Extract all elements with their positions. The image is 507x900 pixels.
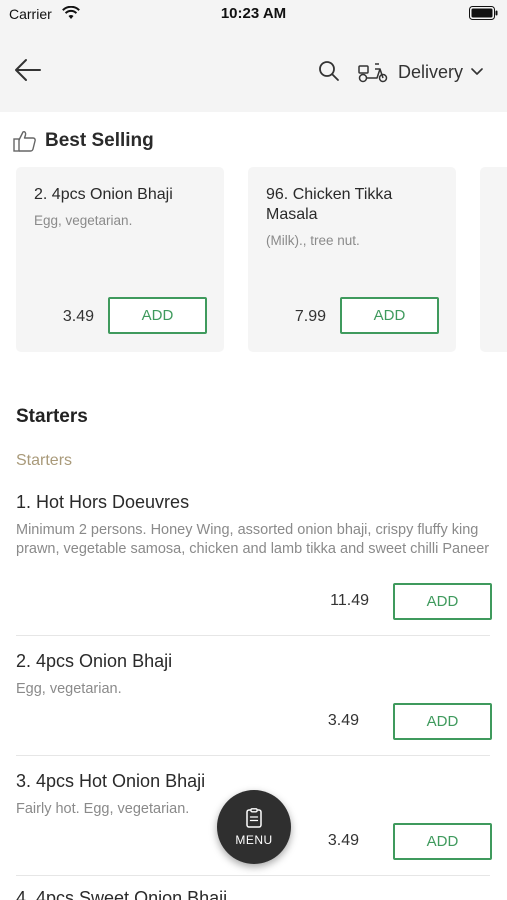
add-button[interactable]: ADD: [393, 823, 492, 860]
section-title: Starters: [16, 406, 88, 427]
add-button[interactable]: ADD: [393, 703, 492, 740]
item-description: Minimum 2 persons. Honey Wing, assorted …: [16, 522, 490, 557]
chevron-down-icon: [471, 68, 483, 75]
menu-label: MENU: [235, 832, 273, 847]
item-title: 3. 4pcs Hot Onion Bhaji: [16, 771, 206, 791]
menu-book-icon: [246, 807, 262, 828]
card-title: 96. Chicken Tikka Masala: [266, 186, 393, 223]
card-price: 3.49: [62, 308, 94, 325]
add-button[interactable]: ADD: [340, 297, 439, 334]
best-selling-card[interactable]: 96. Chicken Tikka Masala (Milk)., tree n…: [248, 167, 456, 352]
item-title: 1. Hot Hors Doeuvres: [16, 492, 190, 512]
item-title: 2. 4pcs Onion Bhaji: [16, 651, 173, 671]
clock: 10:23 AM: [220, 5, 287, 22]
card-price: 7.99: [294, 308, 326, 325]
divider: [16, 875, 490, 876]
search-icon: [319, 61, 339, 81]
back-button[interactable]: [14, 58, 44, 84]
item-price: 11.49: [330, 592, 369, 609]
delivery-selector[interactable]: Delivery: [358, 56, 483, 88]
card-description: Egg, vegetarian.: [34, 213, 133, 228]
best-selling-card-partial[interactable]: [480, 167, 507, 352]
menu-item[interactable]: 2. 4pcs Onion Bhaji Egg, vegetarian.: [16, 651, 490, 699]
best-selling-card[interactable]: 2. 4pcs Onion Bhaji Egg, vegetarian. 3.4…: [16, 167, 224, 352]
add-button[interactable]: ADD: [108, 297, 207, 334]
best-selling-title: Best Selling: [45, 130, 154, 151]
item-price: 3.49: [327, 712, 359, 729]
status-bar: Carrier 10:23 AM: [0, 0, 507, 30]
item-description: Egg, vegetarian.: [16, 681, 122, 697]
best-selling-carousel[interactable]: 2. 4pcs Onion Bhaji Egg, vegetarian. 3.4…: [16, 167, 507, 353]
add-button[interactable]: ADD: [393, 583, 492, 620]
search-button[interactable]: [318, 60, 342, 84]
card-description: (Milk)., tree nut.: [266, 233, 360, 248]
menu-item[interactable]: 1. Hot Hors Doeuvres Minimum 2 persons. …: [16, 492, 490, 559]
item-price: 3.49: [327, 832, 359, 849]
item-title: 4. 4pcs Sweet Onion Bhaji: [16, 888, 228, 900]
battery-icon: [469, 6, 499, 25]
scooter-icon: [358, 63, 388, 83]
delivery-label: Delivery: [398, 61, 464, 82]
menu-item[interactable]: 4. 4pcs Sweet Onion Bhaji: [16, 888, 490, 900]
top-header: Delivery: [0, 30, 507, 112]
thumbs-up-icon: [13, 131, 36, 152]
divider: [16, 755, 490, 756]
menu-button[interactable]: MENU: [217, 790, 291, 864]
divider: [16, 635, 490, 636]
card-title: 2. 4pcs Onion Bhaji: [34, 186, 173, 203]
arrow-left-icon: [15, 59, 41, 81]
category-subtitle: Starters: [16, 452, 73, 469]
best-selling-header: Best Selling: [13, 130, 154, 152]
